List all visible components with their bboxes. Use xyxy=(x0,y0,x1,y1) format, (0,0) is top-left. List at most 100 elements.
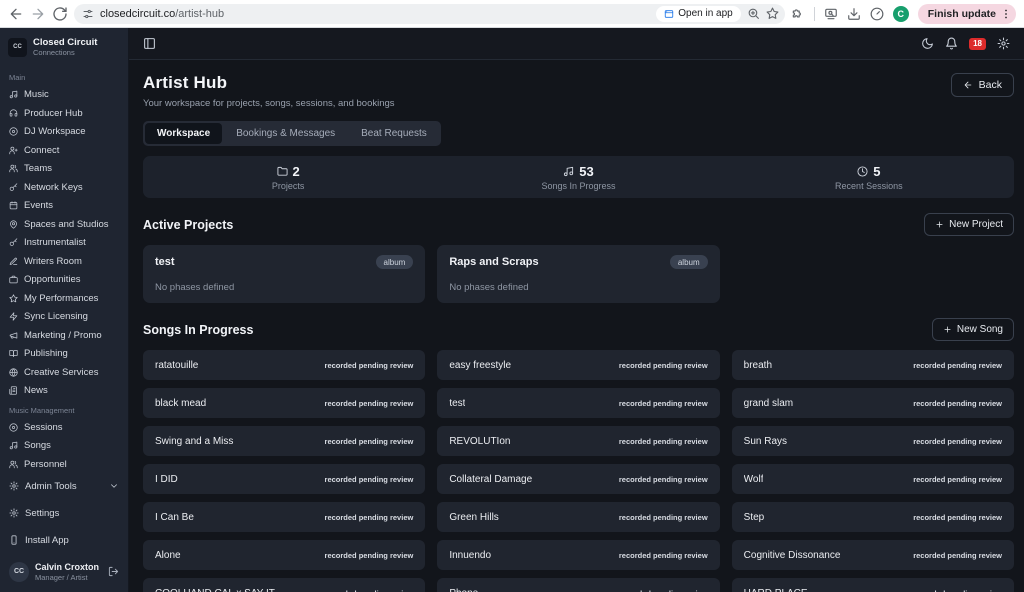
topbar: 18 xyxy=(129,28,1024,60)
notification-count-badge[interactable]: 18 xyxy=(969,37,986,50)
sidebar-item-settings[interactable]: Settings xyxy=(0,500,128,527)
sidebar-nav-item[interactable]: Creative Services xyxy=(0,363,128,382)
sidebar-item-admin-tools[interactable]: Admin Tools xyxy=(0,473,128,500)
song-row[interactable]: Sun Rays recorded pending review xyxy=(731,426,1014,456)
sidebar-item-install-app[interactable]: Install App xyxy=(0,527,128,554)
sidebar-nav-item[interactable]: Teams xyxy=(0,159,128,178)
music-icon xyxy=(9,90,18,99)
logout-icon[interactable] xyxy=(108,566,119,577)
settings-gear-icon[interactable] xyxy=(997,37,1010,50)
browser-menu-icon[interactable] xyxy=(1000,8,1012,20)
sidebar-nav-item[interactable]: Sessions xyxy=(0,418,128,437)
back-button[interactable]: Back xyxy=(950,73,1014,97)
new-project-button[interactable]: New Project xyxy=(924,213,1014,236)
sidebar-nav-item[interactable]: Publishing xyxy=(0,344,128,363)
bookmark-star-icon[interactable] xyxy=(766,7,779,20)
url-text[interactable]: closedcircuit.co/artist-hub xyxy=(100,8,224,20)
extensions-icon[interactable] xyxy=(791,7,805,21)
song-row[interactable]: Swing and a Miss recorded pending review xyxy=(143,426,426,456)
browser-reload-icon[interactable] xyxy=(52,6,68,22)
stat-value: 53 xyxy=(579,163,594,179)
tab[interactable]: Workspace xyxy=(145,123,223,144)
song-status-badge: recorded pending review xyxy=(913,512,1002,522)
nav-section-main: Music Producer Hub DJ Workspace Connect … xyxy=(0,85,128,400)
browser-profile-avatar[interactable]: C xyxy=(892,5,909,22)
screen-search-icon[interactable] xyxy=(824,7,838,21)
song-row[interactable]: Step recorded pending review xyxy=(731,502,1014,532)
sidebar-user[interactable]: CC Calvin Croxton Manager / Artist xyxy=(0,554,128,592)
stat-value: 5 xyxy=(873,163,881,179)
new-song-button[interactable]: New Song xyxy=(931,318,1014,341)
performance-icon[interactable] xyxy=(870,7,884,21)
song-row[interactable]: I Can Be recorded pending review xyxy=(143,502,426,532)
tab[interactable]: Bookings & Messages xyxy=(224,123,347,144)
project-card[interactable]: test album No phases defined xyxy=(143,245,426,303)
sidebar-nav-item[interactable]: Personnel xyxy=(0,455,128,470)
song-status-badge: recorded pending review xyxy=(618,550,708,560)
song-title: Alone xyxy=(155,549,181,561)
song-row[interactable]: Alone recorded pending review xyxy=(143,540,426,570)
back-label: Back xyxy=(978,79,1002,91)
song-row[interactable]: grand slam recorded pending review xyxy=(731,388,1014,418)
sidebar-nav-item[interactable]: Events xyxy=(0,196,128,215)
song-row[interactable]: Green Hills recorded pending review xyxy=(437,502,720,532)
sidebar-toggle-icon[interactable] xyxy=(143,37,156,50)
sidebar-nav-item[interactable]: Spaces and Studios xyxy=(0,215,128,234)
install-app-label: Install App xyxy=(25,534,69,546)
project-note: No phases defined xyxy=(155,282,235,293)
sidebar-nav-item[interactable]: Connect xyxy=(0,141,128,160)
tab[interactable]: Beat Requests xyxy=(349,123,439,144)
song-status-badge: recorded pending review xyxy=(913,474,1002,484)
song-row[interactable]: Wolf recorded pending review xyxy=(731,464,1014,494)
sidebar-nav-item[interactable]: Sync Licensing xyxy=(0,307,128,326)
open-in-app-chip[interactable]: Open in app xyxy=(656,5,741,22)
song-row[interactable]: I DID recorded pending review xyxy=(143,464,426,494)
globe-icon xyxy=(9,368,18,377)
song-title: breath xyxy=(743,359,773,371)
sidebar-nav-item[interactable]: Opportunities xyxy=(0,270,128,289)
sidebar-nav-item[interactable]: Music xyxy=(0,85,128,104)
zoom-icon[interactable] xyxy=(747,7,760,20)
song-row[interactable]: test recorded pending review xyxy=(437,388,720,418)
sidebar-nav-item[interactable]: Writers Room xyxy=(0,252,128,271)
sidebar-nav-item[interactable]: Marketing / Promo xyxy=(0,326,128,345)
settings-label: Settings xyxy=(25,507,60,519)
sidebar-nav-item[interactable]: My Performances xyxy=(0,289,128,308)
nav-item-label: Network Keys xyxy=(24,181,83,193)
browser-forward-icon[interactable] xyxy=(30,6,46,22)
tab-bar: Workspace Bookings & Messages Beat Reque… xyxy=(143,121,441,146)
song-row[interactable]: COOLHAND CAL x SAY IT recorded pending r… xyxy=(143,578,426,592)
browser-back-icon[interactable] xyxy=(8,6,24,22)
song-row[interactable]: Collateral Damage recorded pending revie… xyxy=(437,464,720,494)
finish-update-button[interactable]: Finish update xyxy=(917,3,1016,24)
project-type-badge: album xyxy=(375,255,414,269)
sidebar-nav-item[interactable]: DJ Workspace xyxy=(0,122,128,141)
song-row[interactable]: black mead recorded pending review xyxy=(143,388,426,418)
notifications-bell-icon[interactable] xyxy=(945,37,958,50)
users-icon xyxy=(9,164,18,173)
song-row[interactable]: Cognitive Dissonance recorded pending re… xyxy=(731,540,1014,570)
address-bar[interactable]: closedcircuit.co/artist-hub Open in app xyxy=(74,3,785,24)
sidebar-header[interactable]: CC Closed Circuit Connections xyxy=(0,28,128,65)
theme-moon-icon[interactable] xyxy=(921,37,934,50)
app-logo: CC xyxy=(8,37,27,57)
sidebar-nav-item[interactable]: News xyxy=(0,381,128,400)
music-icon xyxy=(9,441,18,450)
song-row[interactable]: Innuendo recorded pending review xyxy=(437,540,720,570)
song-row[interactable]: Phone recorded pending review xyxy=(437,578,720,592)
song-row[interactable]: REVOLUTIon recorded pending review xyxy=(437,426,720,456)
song-title: grand slam xyxy=(743,397,794,409)
project-card[interactable]: Raps and Scraps album No phases defined xyxy=(437,245,720,303)
nav-item-label: Events xyxy=(24,200,54,212)
song-row[interactable]: HARD PLACE recorded pending review xyxy=(731,578,1014,592)
sidebar-nav-item[interactable]: Songs xyxy=(0,436,128,455)
sidebar-nav-item[interactable]: Network Keys xyxy=(0,178,128,197)
sidebar-nav-item[interactable]: Producer Hub xyxy=(0,104,128,123)
song-row[interactable]: breath recorded pending review xyxy=(731,350,1014,380)
site-settings-icon[interactable] xyxy=(82,8,94,20)
song-title: easy freestyle xyxy=(449,359,512,371)
download-icon[interactable] xyxy=(847,7,861,21)
sidebar-nav-item[interactable]: Instrumentalist xyxy=(0,233,128,252)
song-row[interactable]: ratatouille recorded pending review xyxy=(143,350,426,380)
song-row[interactable]: easy freestyle recorded pending review xyxy=(437,350,720,380)
